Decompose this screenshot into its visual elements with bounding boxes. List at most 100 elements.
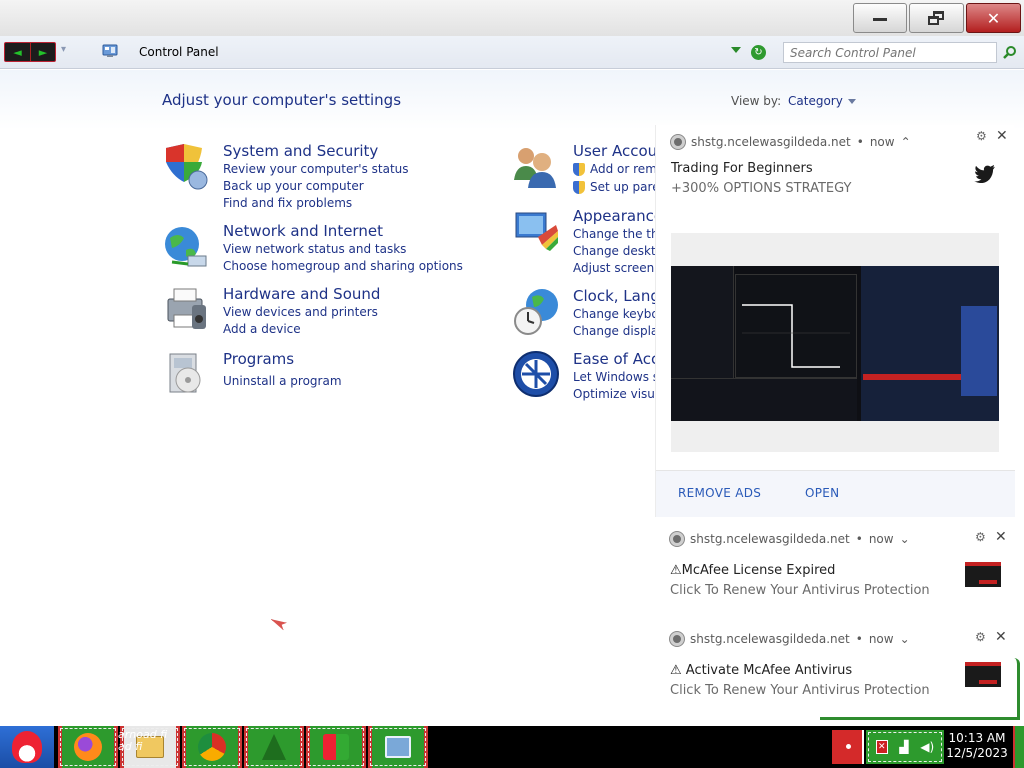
twitter-icon (974, 165, 995, 183)
refresh-icon: ↻ (754, 47, 763, 58)
remove-ads-button[interactable]: REMOVE ADS (678, 486, 761, 500)
appearance-link[interactable]: Appearance (573, 207, 663, 225)
separator-dot: • (855, 532, 863, 546)
page-title: Adjust your computer's settings (162, 91, 402, 109)
trading-platform-image (671, 233, 999, 452)
refresh-button[interactable]: ↻ (751, 45, 766, 60)
navigation-buttons: ◄ ► (4, 42, 56, 62)
hardware-sound-link[interactable]: Hardware and Sound (223, 285, 380, 303)
address-dropdown-icon[interactable] (731, 47, 741, 53)
back-arrow-icon: ◄ (13, 45, 22, 59)
notification-title: Trading For Beginners (671, 161, 813, 176)
notification-source: shstg.ncelewasgildeda.net (690, 632, 850, 646)
network-internet-link[interactable]: Network and Internet (223, 222, 383, 240)
parental-controls-link[interactable]: Set up paren (573, 180, 667, 194)
clock-time: 10:13 AM (948, 731, 1006, 745)
notification-body: +300% OPTIONS STRATEGY (671, 181, 852, 196)
restore-icon (927, 10, 946, 26)
clock-date: 12/5/2023 (946, 746, 1008, 760)
notification-trading[interactable]: shstg.ncelewasgildeda.net • now ⌃ ⚙ ✕ Tr… (655, 125, 1015, 517)
close-icon: ✕ (986, 8, 1001, 28)
network-globe-icon (165, 227, 207, 267)
close-window-button[interactable]: ✕ (966, 3, 1021, 33)
change-keyboard-link[interactable]: Change keyboa (573, 307, 666, 321)
control-panel-taskbar-icon (385, 736, 411, 758)
forward-button[interactable]: ► (30, 43, 55, 61)
system-tray: ✕ ▟ ◀) (866, 730, 944, 764)
clock-globe-icon (514, 289, 558, 335)
santa-start-icon (12, 731, 42, 763)
ease-of-access-icon (513, 351, 559, 397)
find-fix-problems-link[interactable]: Find and fix problems (223, 196, 352, 210)
optimize-visual-link[interactable]: Optimize visual (573, 387, 666, 401)
taskbar-control-panel[interactable] (368, 726, 428, 768)
action-center-icon[interactable]: ✕ (875, 740, 888, 754)
minimize-button[interactable] (853, 3, 907, 33)
windows-logo-icon (323, 734, 349, 760)
search-input[interactable] (783, 42, 997, 63)
collapse-chevron-icon[interactable]: ⌃ (901, 135, 911, 149)
programs-icon (169, 353, 201, 393)
view-by-dropdown[interactable]: Category (788, 94, 856, 108)
notification-mcafee-expired[interactable]: shstg.ncelewasgildeda.net • now ⌄ ⚙ ✕ ⚠M… (655, 522, 1014, 617)
notification-close-button[interactable]: ✕ (995, 629, 1007, 645)
chrome-icon (671, 135, 685, 149)
firefox-icon (74, 733, 102, 761)
show-desktop-button[interactable] (1013, 726, 1024, 768)
homegroup-sharing-link[interactable]: Choose homegroup and sharing options (223, 259, 463, 273)
restore-button[interactable] (909, 3, 964, 33)
uninstall-program-link[interactable]: Uninstall a program (223, 374, 342, 388)
let-windows-suggest-link[interactable]: Let Windows su (573, 370, 667, 384)
appearance-icon (515, 212, 558, 251)
notification-settings-icon[interactable]: ⚙ (975, 630, 986, 644)
taskbar-clock[interactable]: 10:13 AM 12/5/2023 (944, 731, 1010, 761)
notification-header: shstg.ncelewasgildeda.net • now ⌃ (671, 135, 911, 149)
change-display-language-link[interactable]: Change display (573, 324, 665, 338)
taskbar-chrome[interactable] (182, 726, 242, 768)
search-icon[interactable] (1003, 45, 1017, 59)
mouse-cursor (271, 613, 289, 633)
notification-close-button[interactable]: ✕ (995, 529, 1007, 545)
taskbar-firefox[interactable] (58, 726, 118, 768)
notification-source: shstg.ncelewasgildeda.net (691, 135, 851, 149)
breadcrumb-control-panel[interactable]: Control Panel (139, 45, 219, 59)
minimize-icon (873, 17, 887, 21)
volume-icon[interactable]: ◀) (920, 740, 934, 754)
notification-close-button[interactable]: ✕ (996, 128, 1008, 144)
christmas-tree-icon (262, 734, 286, 760)
recent-pages-dropdown[interactable]: ▾ (61, 44, 66, 55)
shield-icon (166, 144, 208, 190)
notification-time: now (868, 532, 894, 546)
add-remove-accounts-link[interactable]: Add or remo (573, 162, 664, 176)
network-icon[interactable]: ▟ (899, 740, 908, 754)
change-theme-link[interactable]: Change the the (573, 227, 666, 241)
user-accounts-link[interactable]: User Accour (573, 142, 663, 160)
forward-arrow-icon: ► (38, 45, 48, 59)
notification-settings-icon[interactable]: ⚙ (976, 129, 987, 143)
review-status-link[interactable]: Review your computer's status (223, 162, 409, 176)
backup-link[interactable]: Back up your computer (223, 179, 364, 193)
tray-red-area[interactable] (832, 730, 864, 764)
system-security-link[interactable]: System and Security (223, 142, 378, 160)
notification-header: shstg.ncelewasgildeda.net • now ⌄ (670, 532, 910, 546)
taskbar-windows-app[interactable] (306, 726, 366, 768)
notification-header: shstg.ncelewasgildeda.net • now ⌄ (670, 632, 910, 646)
chrome-icon (198, 733, 226, 761)
expand-chevron-icon[interactable]: ⌄ (900, 532, 910, 546)
control-panel-icon (102, 44, 118, 57)
open-button[interactable]: OPEN (805, 486, 839, 500)
taskbar-xmas-tree[interactable] (244, 726, 304, 768)
separator-dot: • (855, 632, 863, 646)
add-device-link[interactable]: Add a device (223, 322, 301, 336)
taskbar: arnoad fi ad fi ✕ ▟ ◀) 10:13 AM 12/5/2023 (0, 726, 1024, 768)
notification-settings-icon[interactable]: ⚙ (975, 530, 986, 544)
programs-link[interactable]: Programs (223, 350, 294, 368)
network-status-link[interactable]: View network status and tasks (223, 242, 406, 256)
mcafee-thumbnail (965, 562, 1001, 587)
notification-time: now (868, 632, 894, 646)
back-button[interactable]: ◄ (5, 43, 30, 61)
devices-printers-link[interactable]: View devices and printers (223, 305, 378, 319)
taskbar-partial-text: arnoad fi ad fi (118, 728, 168, 753)
expand-chevron-icon[interactable]: ⌄ (900, 632, 910, 646)
start-button[interactable] (0, 726, 54, 768)
